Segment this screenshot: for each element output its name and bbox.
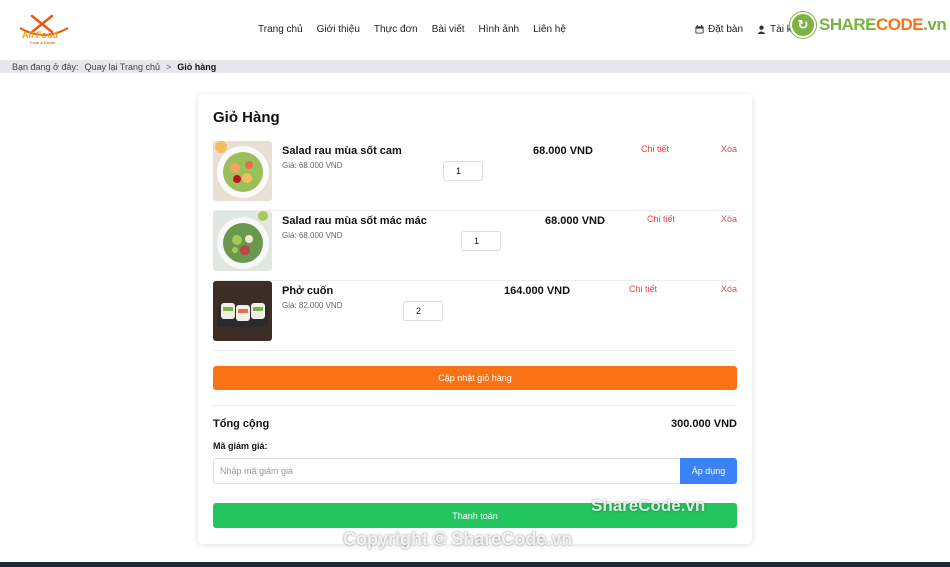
product-thumbnail: [213, 141, 272, 201]
breadcrumb-prefix: Bạn đang ở đây:: [12, 61, 79, 72]
product-unit-price: Giá: 82.000 VND: [282, 301, 343, 310]
logo-text: All Food: [22, 30, 58, 40]
cart-card: Giỏ Hàng Salad rau mùa sốt cam Giá: 68.0…: [198, 94, 752, 544]
main-nav: Trang chủ Giới thiệu Thực đơn Bài viết H…: [258, 24, 566, 35]
quantity-input[interactable]: 1: [461, 231, 501, 251]
nav-about[interactable]: Giới thiệu: [317, 24, 360, 35]
logo-subtext: Food & Drinks: [30, 40, 56, 45]
coupon-input[interactable]: Nhập mã giảm giá: [213, 458, 681, 484]
total-label: Tổng cộng: [213, 418, 270, 430]
footer-edge: [0, 562, 950, 567]
sharecode-logo-icon: ↻: [790, 12, 816, 38]
nav-posts[interactable]: Bài viết: [432, 24, 465, 35]
cart-item-row: Salad rau mùa sốt cam Giá: 68.000 VND 1 …: [213, 141, 737, 211]
breadcrumb-separator: >: [166, 61, 172, 72]
detail-link[interactable]: Chi tiết: [647, 214, 675, 224]
line-total: 68.000 VND: [545, 215, 605, 227]
breadcrumb-current: Giỏ hàng: [177, 61, 217, 72]
product-thumbnail: [213, 281, 272, 341]
quantity-input[interactable]: 2: [403, 301, 443, 321]
sharecode-watermark: ↻ SHARECODE.vn: [790, 12, 947, 38]
product-unit-price: Giá: 68.000 VND: [282, 161, 343, 170]
nav-menu[interactable]: Thực đơn: [374, 24, 418, 35]
cart-title: Giỏ Hàng: [213, 109, 280, 126]
user-icon: [757, 25, 766, 34]
remove-link[interactable]: Xóa: [721, 284, 737, 294]
product-name[interactable]: Salad rau mùa sốt mác mác: [282, 215, 427, 227]
coupon-label: Mã giảm giá:: [213, 441, 268, 451]
sharecode-logo-text: SHARECODE.vn: [819, 15, 947, 34]
remove-link[interactable]: Xóa: [721, 214, 737, 224]
product-unit-price: Giá: 68.000 VND: [282, 231, 343, 240]
product-name[interactable]: Phở cuốn: [282, 285, 333, 297]
line-total: 68.000 VND: [533, 145, 593, 157]
product-name[interactable]: Salad rau mùa sốt cam: [282, 145, 402, 157]
nav-gallery[interactable]: Hình ảnh: [479, 24, 520, 35]
site-header: All Food Food & Drinks Trang chủ Giới th…: [0, 0, 950, 60]
line-total: 164.000 VND: [504, 285, 571, 297]
breadcrumb: Bạn đang ở đây: Quay lại Trang chủ > Giỏ…: [0, 60, 950, 73]
product-thumbnail: [213, 211, 272, 271]
remove-link[interactable]: Xóa: [721, 144, 737, 154]
cart-item-row: Salad rau mùa sốt mác mác Giá: 68.000 VN…: [213, 211, 737, 281]
copyright-watermark: Copyright © ShareCode.vn: [343, 529, 573, 549]
apply-coupon-button[interactable]: Áp dụng: [680, 458, 737, 484]
site-logo[interactable]: All Food Food & Drinks: [18, 14, 70, 48]
nav-contact[interactable]: Liên hệ: [533, 24, 566, 35]
watermark-overlay: ShareCode.vn: [591, 496, 706, 515]
quantity-input[interactable]: 1: [443, 161, 483, 181]
cart-item-row: Phở cuốn Giá: 82.000 VND 2 164.000 VND C…: [213, 281, 737, 351]
nav-home[interactable]: Trang chủ: [258, 24, 303, 35]
update-cart-button[interactable]: Cập nhật giỏ hàng: [213, 366, 737, 390]
booking-label: Đặt bàn: [708, 24, 744, 35]
booking-link[interactable]: Đặt bàn: [695, 24, 743, 35]
calendar-icon: [695, 25, 704, 34]
breadcrumb-home-link[interactable]: Quay lại Trang chủ: [84, 62, 160, 72]
detail-link[interactable]: Chi tiết: [641, 144, 669, 154]
divider: [213, 405, 737, 406]
detail-link[interactable]: Chi tiết: [629, 284, 657, 294]
total-value: 300.000 VND: [670, 418, 737, 430]
